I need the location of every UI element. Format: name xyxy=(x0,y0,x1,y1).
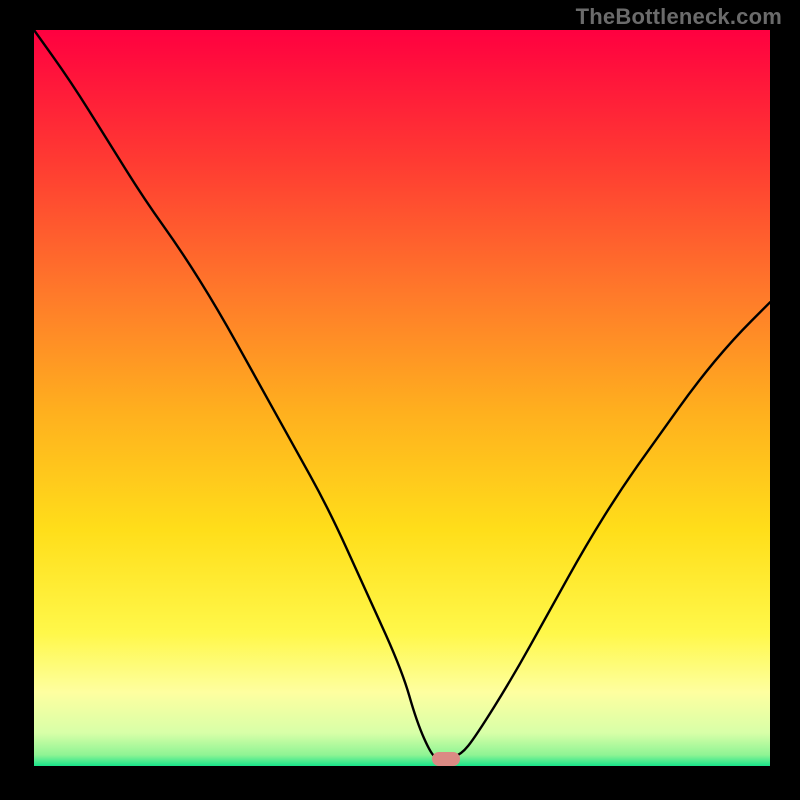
optimum-marker xyxy=(432,752,460,766)
chart-frame: TheBottleneck.com xyxy=(0,0,800,800)
gradient-background xyxy=(34,30,770,766)
watermark-text: TheBottleneck.com xyxy=(576,4,782,30)
plot-area xyxy=(34,30,770,766)
